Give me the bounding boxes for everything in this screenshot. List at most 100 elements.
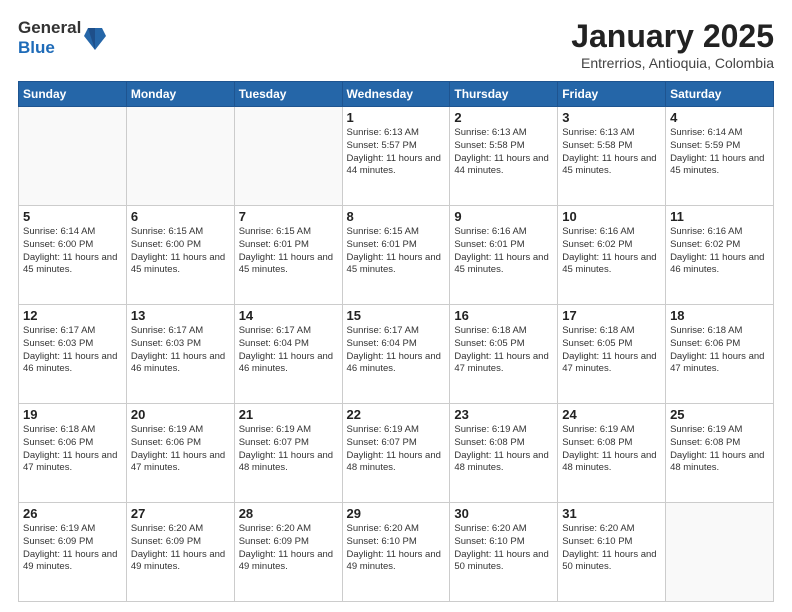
calendar-cell — [19, 107, 127, 206]
day-number: 12 — [23, 308, 122, 323]
calendar-cell: 29 Sunrise: 6:20 AMSunset: 6:10 PMDayligh… — [342, 503, 450, 602]
calendar-cell: 27Sunrise: 6:20 AMSunset: 6:09 PMDayligh… — [126, 503, 234, 602]
header-wednesday: Wednesday — [342, 82, 450, 107]
sunset-text: Sunset: 6:03 PM — [131, 338, 230, 351]
sunset-text: Sunset: 5:58 PM — [562, 140, 661, 153]
day-number: 4 — [670, 110, 769, 125]
day-info: Sunrise: 6:15 AMSunset: 6:00 PMDaylight:… — [131, 226, 230, 277]
sunset-text: Sunset: 6:05 PM — [562, 338, 661, 351]
daylight-text: Daylight: 11 hours and 45 minutes. — [670, 153, 769, 179]
day-info: Sunrise: 6:18 AMSunset: 6:06 PMDaylight:… — [23, 424, 122, 475]
day-number: 14 — [239, 308, 338, 323]
calendar-cell: 1 Sunrise: 6:13 AMSunset: 5:57 PMDaylight… — [342, 107, 450, 206]
day-number: 10 — [562, 209, 661, 224]
calendar-cell — [666, 503, 774, 602]
calendar-cell — [234, 107, 342, 206]
sunrise-text: Sunrise: 6:19 AM — [454, 424, 553, 437]
sunrise-text: Sunrise: 6:20 AM — [239, 523, 338, 536]
day-info: Sunrise: 6:20 AMSunset: 6:10 PMDaylight:… — [454, 523, 553, 574]
day-number: 26 — [23, 506, 122, 521]
day-number: 9 — [454, 209, 553, 224]
daylight-text: Daylight: 11 hours and 49 minutes. — [239, 549, 338, 575]
calendar-cell: 22 Sunrise: 6:19 AMSunset: 6:07 PMDayligh… — [342, 404, 450, 503]
sunrise-text: Sunrise: 6:20 AM — [454, 523, 553, 536]
day-info: Sunrise: 6:20 AMSunset: 6:09 PMDaylight:… — [131, 523, 230, 574]
day-number: 29 — [347, 506, 446, 521]
daylight-text: Daylight: 11 hours and 47 minutes. — [131, 450, 230, 476]
day-info: Sunrise: 6:13 AMSunset: 5:57 PMDaylight:… — [347, 127, 446, 178]
sunrise-text: Sunrise: 6:18 AM — [562, 325, 661, 338]
day-info: Sunrise: 6:16 AMSunset: 6:01 PMDaylight:… — [454, 226, 553, 277]
day-number: 7 — [239, 209, 338, 224]
daylight-text: Daylight: 11 hours and 45 minutes. — [131, 252, 230, 278]
daylight-text: Daylight: 11 hours and 50 minutes. — [562, 549, 661, 575]
daylight-text: Daylight: 11 hours and 48 minutes. — [670, 450, 769, 476]
day-info: Sunrise: 6:14 AMSunset: 6:00 PMDaylight:… — [23, 226, 122, 277]
daylight-text: Daylight: 11 hours and 49 minutes. — [23, 549, 122, 575]
day-info: Sunrise: 6:16 AMSunset: 6:02 PMDaylight:… — [562, 226, 661, 277]
day-number: 16 — [454, 308, 553, 323]
daylight-text: Daylight: 11 hours and 49 minutes. — [347, 549, 446, 575]
daylight-text: Daylight: 11 hours and 49 minutes. — [131, 549, 230, 575]
day-number: 28 — [239, 506, 338, 521]
calendar-cell — [126, 107, 234, 206]
day-number: 3 — [562, 110, 661, 125]
sunrise-text: Sunrise: 6:20 AM — [131, 523, 230, 536]
calendar-cell: 23 Sunrise: 6:19 AMSunset: 6:08 PMDayligh… — [450, 404, 558, 503]
sunset-text: Sunset: 6:07 PM — [347, 437, 446, 450]
daylight-text: Daylight: 11 hours and 48 minutes. — [562, 450, 661, 476]
sunrise-text: Sunrise: 6:20 AM — [562, 523, 661, 536]
daylight-text: Daylight: 11 hours and 45 minutes. — [562, 153, 661, 179]
sunset-text: Sunset: 6:08 PM — [562, 437, 661, 450]
day-number: 6 — [131, 209, 230, 224]
day-info: Sunrise: 6:16 AMSunset: 6:02 PMDaylight:… — [670, 226, 769, 277]
header-thursday: Thursday — [450, 82, 558, 107]
calendar-cell: 19 Sunrise: 6:18 AMSunset: 6:06 PMDayligh… — [19, 404, 127, 503]
daylight-text: Daylight: 11 hours and 46 minutes. — [670, 252, 769, 278]
sunrise-text: Sunrise: 6:16 AM — [670, 226, 769, 239]
day-info: Sunrise: 6:17 AMSunset: 6:04 PMDaylight:… — [347, 325, 446, 376]
sunrise-text: Sunrise: 6:20 AM — [347, 523, 446, 536]
logo: General Blue — [18, 18, 106, 59]
sunrise-text: Sunrise: 6:13 AM — [454, 127, 553, 140]
month-title: January 2025 — [571, 18, 774, 55]
sunset-text: Sunset: 6:06 PM — [670, 338, 769, 351]
day-info: Sunrise: 6:14 AMSunset: 5:59 PMDaylight:… — [670, 127, 769, 178]
weekday-header-row: Sunday Monday Tuesday Wednesday Thursday… — [19, 82, 774, 107]
sunset-text: Sunset: 6:10 PM — [347, 536, 446, 549]
calendar-cell: 18Sunrise: 6:18 AMSunset: 6:06 PMDayligh… — [666, 305, 774, 404]
day-number: 23 — [454, 407, 553, 422]
day-info: Sunrise: 6:20 AMSunset: 6:10 PMDaylight:… — [347, 523, 446, 574]
calendar-cell: 4 Sunrise: 6:14 AMSunset: 5:59 PMDaylight… — [666, 107, 774, 206]
day-info: Sunrise: 6:20 AMSunset: 6:10 PMDaylight:… — [562, 523, 661, 574]
day-info: Sunrise: 6:19 AMSunset: 6:08 PMDaylight:… — [454, 424, 553, 475]
day-number: 18 — [670, 308, 769, 323]
day-number: 1 — [347, 110, 446, 125]
sunrise-text: Sunrise: 6:18 AM — [23, 424, 122, 437]
sunrise-text: Sunrise: 6:14 AM — [23, 226, 122, 239]
calendar-table: Sunday Monday Tuesday Wednesday Thursday… — [18, 81, 774, 602]
calendar-cell: 21Sunrise: 6:19 AMSunset: 6:07 PMDayligh… — [234, 404, 342, 503]
sunset-text: Sunset: 6:06 PM — [23, 437, 122, 450]
day-number: 5 — [23, 209, 122, 224]
day-number: 30 — [454, 506, 553, 521]
sunrise-text: Sunrise: 6:19 AM — [131, 424, 230, 437]
calendar-cell: 3 Sunrise: 6:13 AMSunset: 5:58 PMDaylight… — [558, 107, 666, 206]
calendar-cell: 11 Sunrise: 6:16 AMSunset: 6:02 PMDayligh… — [666, 206, 774, 305]
sunrise-text: Sunrise: 6:15 AM — [131, 226, 230, 239]
sunrise-text: Sunrise: 6:17 AM — [239, 325, 338, 338]
day-number: 19 — [23, 407, 122, 422]
sunset-text: Sunset: 6:04 PM — [347, 338, 446, 351]
calendar-cell: 5 Sunrise: 6:14 AMSunset: 6:00 PMDaylight… — [19, 206, 127, 305]
sunrise-text: Sunrise: 6:14 AM — [670, 127, 769, 140]
sunrise-text: Sunrise: 6:19 AM — [347, 424, 446, 437]
day-info: Sunrise: 6:17 AMSunset: 6:03 PMDaylight:… — [23, 325, 122, 376]
day-number: 11 — [670, 209, 769, 224]
sunrise-text: Sunrise: 6:15 AM — [347, 226, 446, 239]
day-info: Sunrise: 6:13 AMSunset: 5:58 PMDaylight:… — [562, 127, 661, 178]
day-info: Sunrise: 6:19 AMSunset: 6:07 PMDaylight:… — [347, 424, 446, 475]
sunrise-text: Sunrise: 6:16 AM — [454, 226, 553, 239]
day-number: 21 — [239, 407, 338, 422]
calendar-cell: 6 Sunrise: 6:15 AMSunset: 6:00 PMDaylight… — [126, 206, 234, 305]
day-number: 22 — [347, 407, 446, 422]
